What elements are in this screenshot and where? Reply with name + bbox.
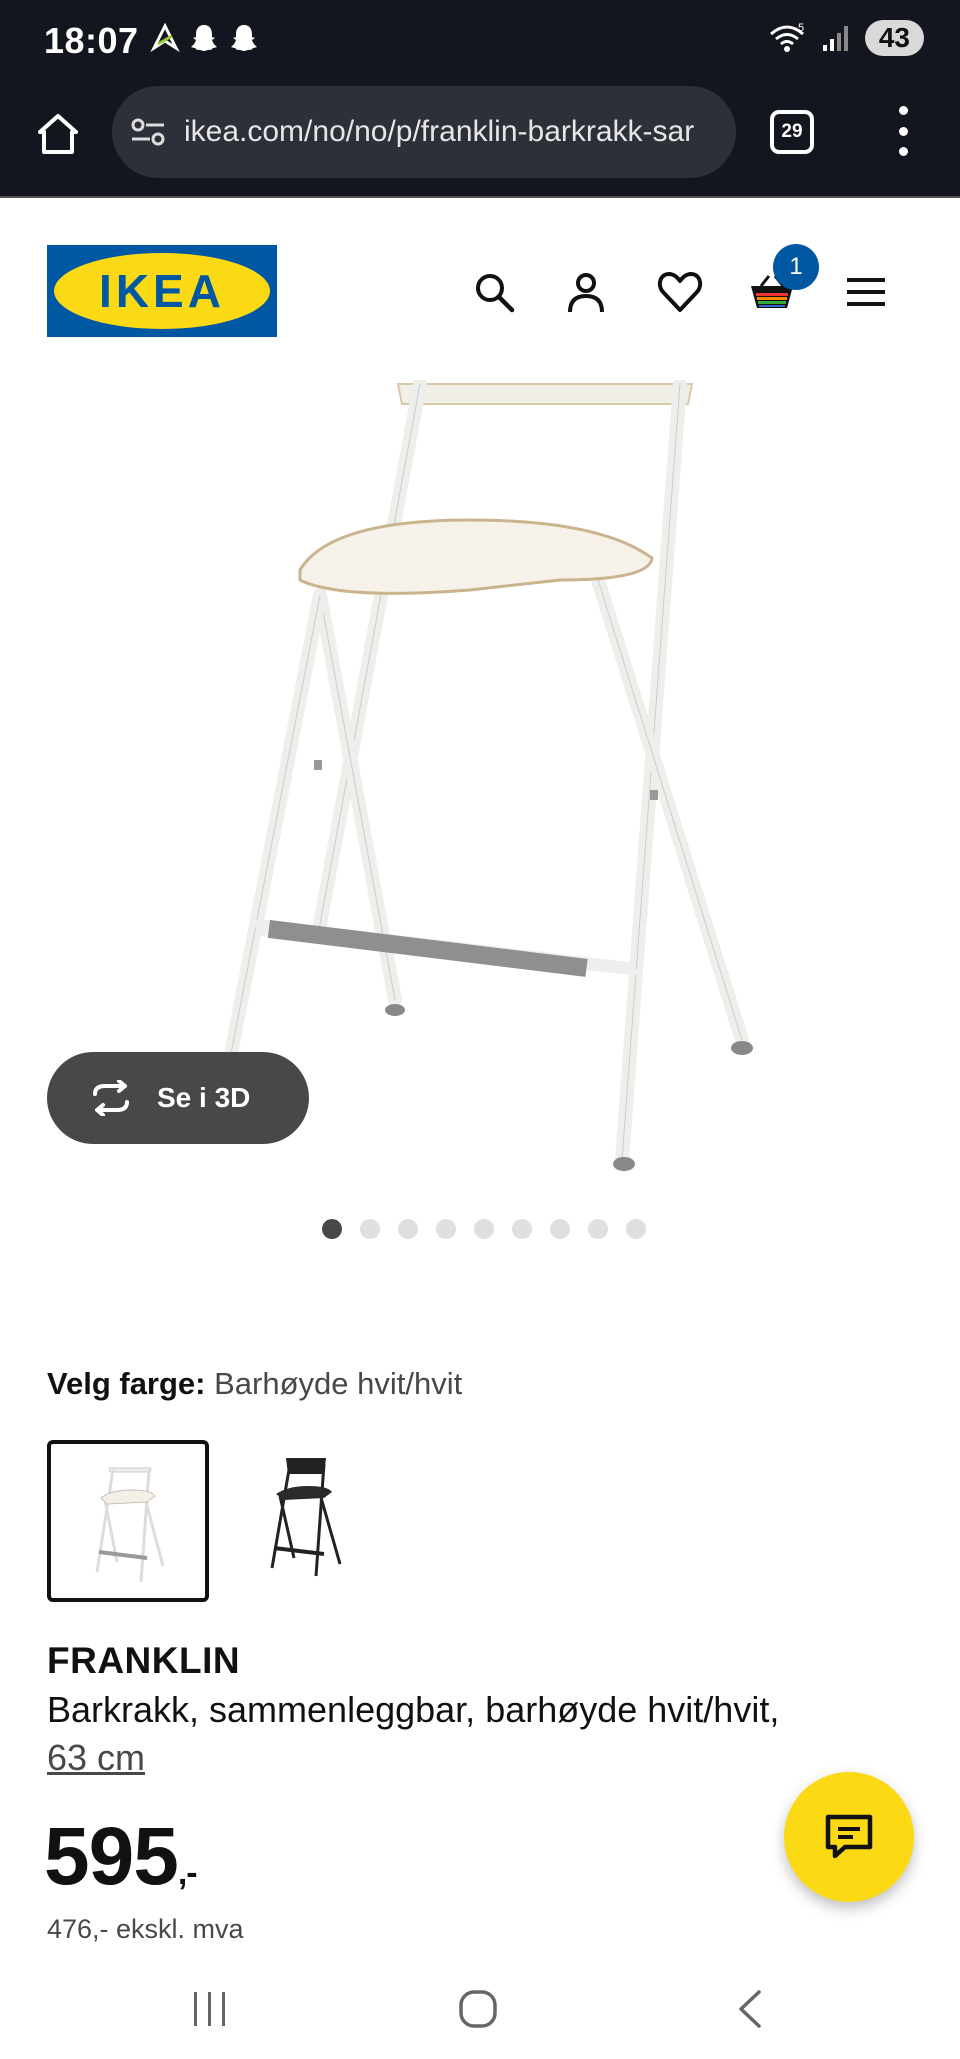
wifi-icon: 5 [769,22,804,52]
gallery-dot[interactable] [588,1219,608,1239]
recent-apps-button[interactable] [180,1984,240,2034]
navigation-app-icon [150,22,180,52]
home-circle-icon [459,1990,497,2028]
heart-icon [657,272,703,312]
svg-text:IKEA: IKEA [99,265,225,317]
color-swatch-black[interactable] [228,1440,390,1602]
gallery-dot[interactable] [398,1219,418,1239]
address-bar[interactable]: ikea.com/no/no/p/franklin-barkrakk-sar [112,86,736,178]
color-swatch-white[interactable] [47,1440,209,1602]
chat-button[interactable] [784,1772,914,1902]
cart-count-badge: 1 [773,244,819,290]
account-icon [568,273,604,313]
price-value: 595 [44,1811,179,1902]
view-in-3d-button[interactable]: Se i 3D [47,1052,309,1144]
view-in-3d-label: Se i 3D [157,1082,251,1113]
product-description-text: Barkrakk, sammenleggbar, barhøyde hvit/h… [47,1689,780,1730]
status-bar: 18:07 5 43 [0,0,960,84]
gallery-dot[interactable] [512,1219,532,1239]
signal-icon [822,26,848,51]
gallery-dot[interactable] [436,1219,456,1239]
product-price: 595,- [44,1810,198,1904]
rotate-3d-icon [93,1080,129,1116]
search-icon [476,274,515,313]
hamburger-menu-icon [847,278,885,306]
ikea-logo-mark: IKEA [54,253,270,329]
product-name: FRANKLIN [47,1640,241,1681]
price-excluding-vat: 476,- ekskl. mva [47,1914,244,1944]
browser-toolbar: ikea.com/no/no/p/franklin-barkrakk-sar 2… [0,84,960,198]
recent-apps-icon [194,1992,225,2026]
product-size-link[interactable]: 63 cm [47,1737,145,1778]
home-icon [38,114,78,154]
tab-switcher-button[interactable]: 29 [770,110,814,154]
search-button[interactable] [466,264,522,320]
snapchat-icon-2 [231,25,257,51]
svg-text:5: 5 [798,22,804,34]
browser-menu-button[interactable] [888,106,918,156]
gallery-dot[interactable] [550,1219,570,1239]
site-header: IKEA 1 [0,200,960,380]
selected-color-name: Barhøyde hvit/hvit [214,1366,463,1401]
gallery-dot[interactable] [626,1219,646,1239]
chat-icon [825,1814,873,1859]
notification-icons [150,22,260,54]
gallery-pagination [322,1219,646,1239]
android-navigation-bar [0,1960,960,2059]
black-stool-thumbnail [270,1458,342,1577]
url-text: ikea.com/no/no/p/franklin-barkrakk-sar [184,115,695,148]
site-settings-icon[interactable] [130,116,166,148]
system-status-icons: 5 43 [767,20,924,56]
menu-button[interactable] [838,264,894,320]
snapchat-icon [191,25,217,51]
white-stool-thumbnail [95,1467,165,1583]
back-icon [739,1990,761,2028]
gallery-dot[interactable] [322,1219,342,1239]
product-description: Barkrakk, sammenleggbar, barhøyde hvit/h… [47,1686,887,1782]
favourites-button[interactable] [652,264,708,320]
status-time: 18:07 [44,20,139,61]
back-button[interactable] [720,1984,780,2034]
color-label-prefix: Velg farge: [47,1366,206,1401]
home-button[interactable] [28,104,88,164]
battery-indicator: 43 [864,20,924,56]
ikea-logo[interactable]: IKEA [47,245,277,337]
account-button[interactable] [558,264,614,320]
gallery-dot[interactable] [360,1219,380,1239]
gallery-dot[interactable] [474,1219,494,1239]
color-picker-label: Velg farge: Barhøyde hvit/hvit [47,1366,462,1402]
price-suffix: ,- [177,1854,198,1892]
home-nav-button[interactable] [448,1984,508,2034]
